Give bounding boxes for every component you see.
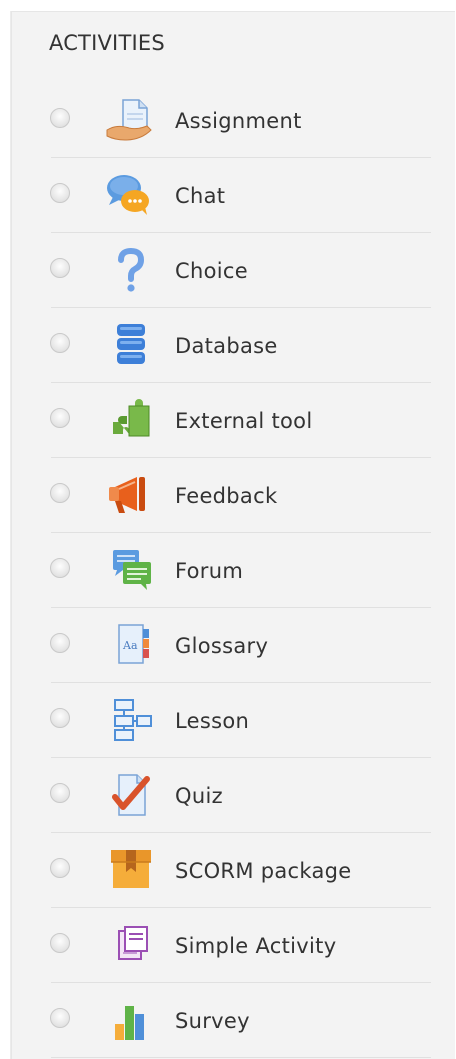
activity-label: Quiz <box>175 784 223 808</box>
activity-label: Choice <box>175 259 248 283</box>
activity-item-database[interactable]: Database <box>11 308 455 383</box>
activity-item-simple-activity[interactable]: Simple Activity <box>11 908 455 983</box>
activity-label: Forum <box>175 559 244 583</box>
activity-item-quiz[interactable]: Quiz <box>11 758 455 833</box>
activity-label: Database <box>175 334 278 358</box>
radio-button[interactable] <box>50 333 70 353</box>
activity-label: SCORM package <box>175 859 352 883</box>
assignment-icon <box>106 99 152 141</box>
activity-label: Feedback <box>175 484 278 508</box>
radio-button[interactable] <box>50 483 70 503</box>
radio-button[interactable] <box>50 258 70 278</box>
activity-item-chat[interactable]: Chat <box>11 158 455 233</box>
radio-button[interactable] <box>50 408 70 428</box>
activity-item-forum[interactable]: Forum <box>11 533 455 608</box>
radio-button[interactable] <box>50 558 70 578</box>
activity-item-survey[interactable]: Survey <box>11 983 455 1058</box>
activity-item-glossary[interactable]: Aa Glossary <box>11 608 455 683</box>
radio-button[interactable] <box>50 183 70 203</box>
chat-icon <box>107 175 149 215</box>
activity-label: Glossary <box>175 634 269 658</box>
radio-button[interactable] <box>50 933 70 953</box>
activity-label: Assignment <box>175 109 302 133</box>
activity-item-lesson[interactable]: Lesson <box>11 683 455 758</box>
feedback-icon <box>109 477 145 513</box>
divider <box>51 1057 431 1058</box>
radio-button[interactable] <box>50 708 70 728</box>
activity-label: Survey <box>175 1009 250 1033</box>
radio-button[interactable] <box>50 858 70 878</box>
scorm-package-icon <box>111 850 151 888</box>
survey-icon <box>115 1006 144 1040</box>
activity-item-scorm-package[interactable]: SCORM package <box>11 833 455 908</box>
external-tool-icon <box>113 399 150 437</box>
quiz-icon <box>112 774 150 816</box>
activity-label: Simple Activity <box>175 934 337 958</box>
radio-button[interactable] <box>50 633 70 653</box>
activity-list: Assignment Chat Choice Database External… <box>11 83 455 1058</box>
glossary-icon: Aa <box>118 624 149 664</box>
choice-icon <box>118 248 145 292</box>
forum-icon <box>113 550 151 590</box>
radio-button[interactable] <box>50 108 70 128</box>
activity-item-choice[interactable]: Choice <box>11 233 455 308</box>
panel-heading: ACTIVITIES <box>49 31 165 55</box>
activity-label: Lesson <box>175 709 250 733</box>
activity-label: Chat <box>175 184 226 208</box>
activity-label: External tool <box>175 409 313 433</box>
radio-button[interactable] <box>50 783 70 803</box>
activity-item-external-tool[interactable]: External tool <box>11 383 455 458</box>
simple-activity-icon <box>118 926 148 960</box>
activities-panel: ACTIVITIES Assignment Chat Choice Databa… <box>10 11 455 1059</box>
glossary-icon-text: Aa <box>122 639 138 652</box>
database-icon <box>117 324 145 364</box>
lesson-icon <box>114 699 152 741</box>
activity-item-feedback[interactable]: Feedback <box>11 458 455 533</box>
radio-button[interactable] <box>50 1008 70 1028</box>
activity-item-assignment[interactable]: Assignment <box>11 83 455 158</box>
